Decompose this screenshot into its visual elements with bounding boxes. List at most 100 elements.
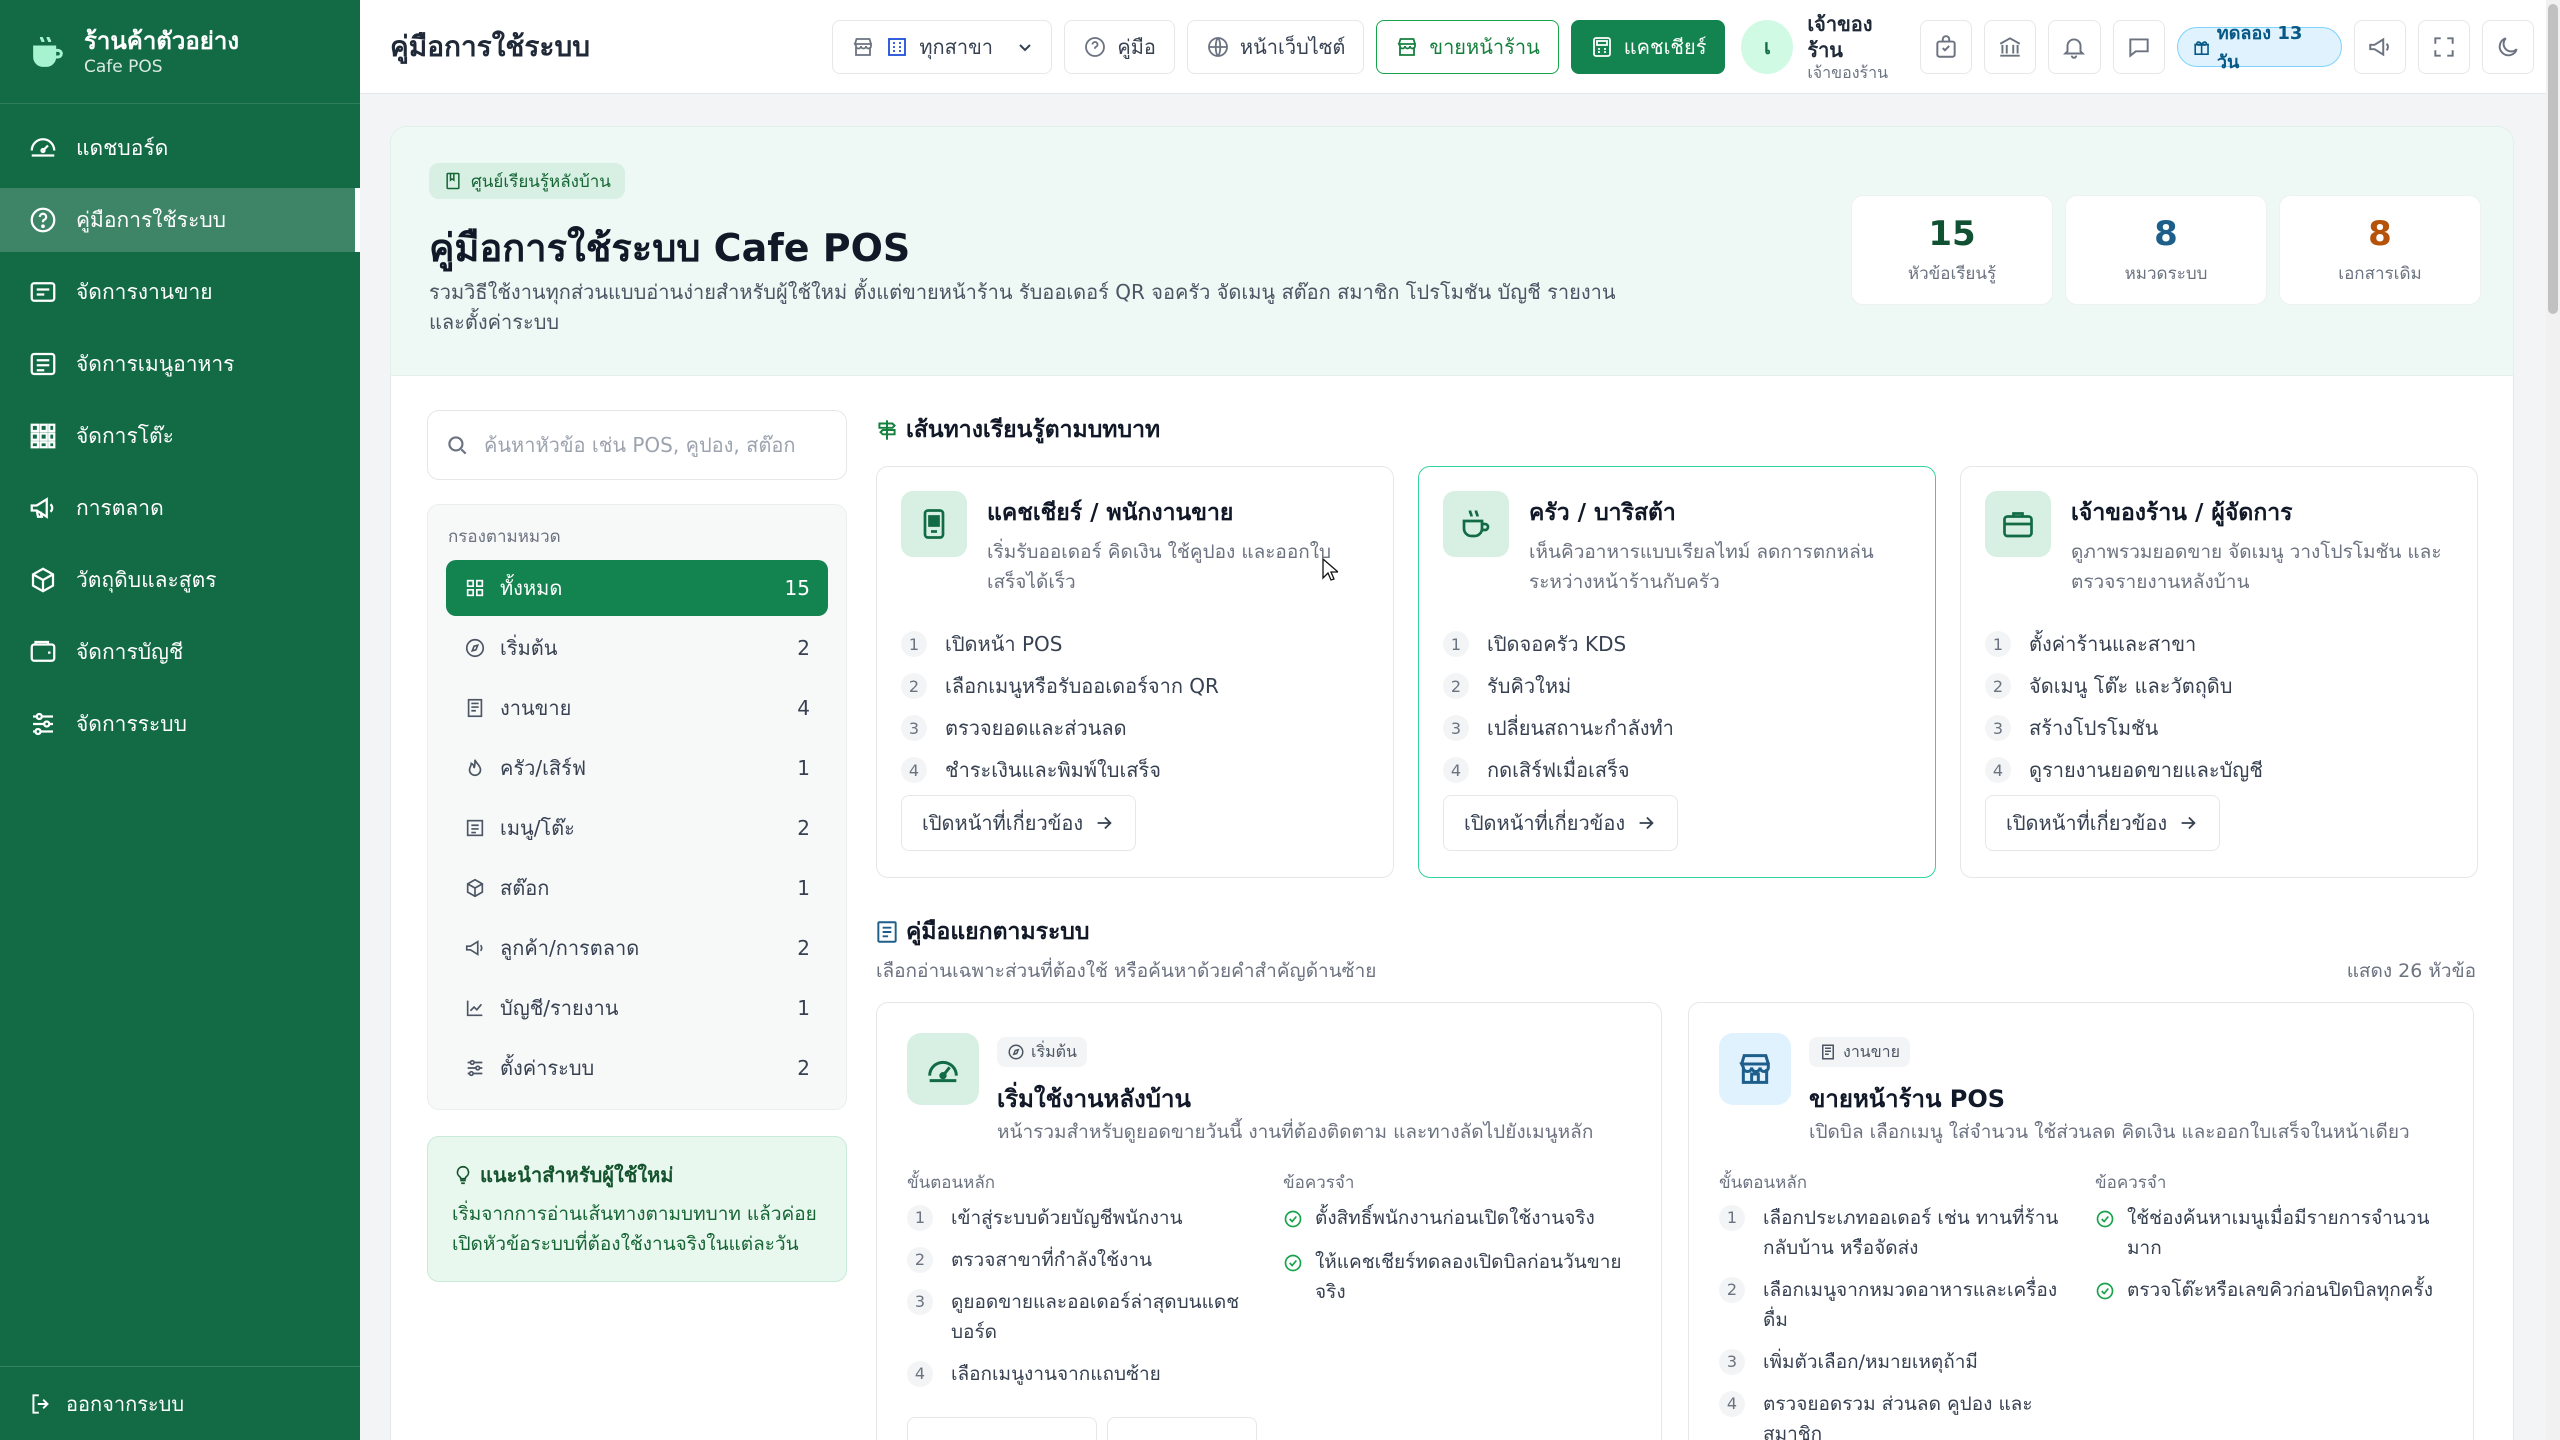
compass-icon — [1008, 1044, 1024, 1060]
sidebar-item-guide[interactable]: คู่มือการใช้ระบบ — [0, 188, 360, 252]
sidebar-item-accounting[interactable]: จัดการบัญชี — [0, 620, 360, 684]
step-text: ตรวจยอดรวม ส่วนลด คูปอง และสมาชิก — [1763, 1393, 2033, 1440]
brand: ร้านค้าตัวอย่าง Cafe POS — [0, 0, 360, 104]
open-related-page-button[interactable]: เปิดหน้าที่เกี่ยวข้อง — [901, 795, 1137, 851]
stat-label: เอกสารเดิม — [2338, 264, 2422, 284]
filter-count: 15 — [784, 576, 810, 600]
sidebar-item-tables[interactable]: จัดการโต๊ะ — [0, 404, 360, 468]
filter-accounting[interactable]: บัญชี/รายงาน 1 — [446, 980, 828, 1036]
filter-kitchen[interactable]: ครัว/เสิร์ฟ 1 — [446, 740, 828, 796]
website-button[interactable]: หน้าเว็บไซต์ — [1186, 19, 1365, 74]
note-text: ใช้ช่องค้นหาเมนูเมื่อมีรายการจำนวนมาก — [2127, 1207, 2430, 1259]
module-action-button[interactable] — [1107, 1417, 1257, 1440]
button-label: เปิดหน้าที่เกี่ยวข้อง — [922, 811, 1084, 835]
role-card-cashier[interactable]: แคชเชียร์ / พนักงานขาย เริ่มรับออเดอร์ ค… — [876, 466, 1394, 878]
step-number: 1 — [901, 631, 927, 657]
tip-body: เริ่มจากการอ่านเส้นทางตามบทบาท แล้วค่อยเ… — [452, 1203, 817, 1255]
sidebar-item-menu[interactable]: จัดการเมนูอาหาร — [0, 332, 360, 396]
scrollbar-thumb[interactable] — [2548, 4, 2558, 314]
module-description: เปิดบิล เลือกเมนู ใส่จำนวน ใช้ส่วนลด คิด… — [1809, 1121, 2410, 1143]
module-step: 4 เลือกเมนูงานจากแถบซ้าย — [907, 1359, 1247, 1389]
logout-button[interactable]: ออกจากระบบ — [0, 1366, 360, 1440]
modules-section-subtitle: เลือกอ่านเฉพาะส่วนที่ต้องใช้ หรือค้นหาด้… — [876, 960, 1377, 982]
step-text: กดเสิร์ฟเมื่อเสร็จ — [1487, 758, 1630, 782]
filter-settings[interactable]: ตั้งค่าระบบ 2 — [446, 1040, 828, 1096]
open-related-page-button[interactable]: เปิดหน้าที่เกี่ยวข้อง — [1985, 795, 2221, 851]
sidebar-item-sales[interactable]: จัดการงานขาย — [0, 260, 360, 324]
sidebar-item-marketing[interactable]: การตลาด — [0, 476, 360, 540]
cashier-button[interactable]: แคชเชียร์ — [1570, 19, 1726, 74]
note-text: ตรวจโต๊ะหรือเลขคิวก่อนปิดบิลทุกครั้ง — [2127, 1279, 2433, 1301]
sidebar-item-dashboard[interactable]: แดชบอร์ด — [0, 116, 360, 180]
messages-button[interactable] — [2112, 19, 2165, 74]
filter-all[interactable]: ทั้งหมด 15 — [446, 560, 828, 616]
role-card-owner[interactable]: เจ้าของร้าน / ผู้จัดการ ดูภาพรวมยอดขาย จ… — [1960, 466, 2478, 878]
cashier-label: แคชเชียร์ — [1623, 34, 1707, 59]
filter-label: สต๊อก — [500, 876, 550, 900]
role-icon-box — [1443, 491, 1509, 557]
receipt-icon — [1822, 1044, 1834, 1060]
filter-marketing[interactable]: ลูกค้า/การตลาด 2 — [446, 920, 828, 976]
module-card-pos[interactable]: งานขาย ขายหน้าร้าน POS เปิดบิล เลือกเมนู… — [1688, 1002, 2474, 1440]
filter-label: งานขาย — [500, 696, 572, 720]
check-circle-icon — [2096, 1282, 2114, 1300]
sliders-icon — [33, 712, 53, 736]
filter-count: 1 — [797, 996, 810, 1020]
sidebar-item-system[interactable]: จัดการระบบ — [0, 692, 360, 756]
guide-button[interactable]: คู่มือ — [1064, 19, 1175, 74]
module-card-getting-started[interactable]: เริ่มต้น เริ่มใช้งานหลังบ้าน หน้ารวมสำหร… — [876, 1002, 1662, 1440]
bank-button[interactable] — [1984, 19, 2037, 74]
role-head: ครัว / บาริสต้า เห็นคิวอาหารแบบเรียลไทม์… — [1443, 491, 1911, 597]
storefront-label: ขายหน้าร้าน — [1429, 34, 1540, 59]
open-related-page-button[interactable]: เปิดหน้าที่เกี่ยวข้อง — [1443, 795, 1679, 851]
branch-select[interactable]: ทุกสาขา — [832, 19, 1053, 74]
topic-search[interactable] — [427, 410, 847, 480]
step-number: 3 — [1443, 715, 1469, 741]
module-action-button[interactable] — [907, 1417, 1097, 1440]
theme-toggle-button[interactable] — [2481, 19, 2535, 74]
branch-select-value: ทุกสาขา — [919, 34, 993, 59]
modules-section-title-text: คู่มือแยกตามระบบ — [906, 919, 1090, 945]
stat-number: 8 — [2154, 214, 2178, 254]
announcements-button[interactable] — [2353, 19, 2406, 74]
role-title: ครัว / บาริสต้า — [1529, 500, 1676, 526]
user-menu[interactable]: เ เจ้าของร้าน เจ้าของร้าน — [1741, 11, 1904, 83]
step-number: 4 — [1443, 757, 1469, 783]
button-label: เปิดหน้าที่เกี่ยวข้อง — [1464, 811, 1626, 835]
note-text: ตั้งสิทธิ์พนักงานก่อนเปิดใช้งานจริง — [1315, 1207, 1595, 1229]
trial-label: ทดลอง 13 วัน — [2216, 22, 2303, 73]
sidebar-item-ingredients[interactable]: วัตถุดิบและสูตร — [0, 548, 360, 612]
filter-count: 4 — [797, 696, 810, 720]
trial-badge[interactable]: ทดลอง 13 วัน — [2176, 23, 2342, 73]
step-text: เปลี่ยนสถานะกำลังทำ — [1487, 716, 1674, 740]
page-scrollbar[interactable] — [2546, 0, 2560, 1440]
user-name: เจ้าของร้าน — [1807, 11, 1873, 62]
step-number: 2 — [1443, 673, 1469, 699]
orders-button[interactable] — [1920, 19, 1973, 74]
receipt-icon — [467, 698, 483, 718]
arrow-right-icon — [2181, 816, 2196, 830]
filter-getting-started[interactable]: เริ่มต้น 2 — [446, 620, 828, 676]
notifications-button[interactable] — [2048, 19, 2101, 74]
step-number: 1 — [1985, 631, 2011, 657]
brand-name: ร้านค้าตัวอย่าง — [84, 26, 240, 55]
button-label: เปิดหน้าที่เกี่ยวข้อง — [2006, 811, 2168, 835]
chat-icon — [2128, 37, 2149, 58]
step-text: เปิดจอครัว KDS — [1487, 632, 1627, 656]
hero-description: รวมวิธีใช้งานทุกส่วนแบบอ่านง่ายสำหรับผู้… — [429, 280, 1616, 334]
filter-sales[interactable]: งานขาย 4 — [446, 680, 828, 736]
fullscreen-button[interactable] — [2417, 19, 2470, 74]
sidebar-item-label: จัดการระบบ — [76, 711, 187, 736]
search-input[interactable] — [484, 433, 834, 457]
filter-label: เริ่มต้น — [500, 636, 558, 660]
filter-stock[interactable]: สต๊อก 1 — [446, 860, 828, 916]
role-description: เห็นคิวอาหารแบบเรียลไทม์ ลดการตกหล่นระหว… — [1529, 541, 1874, 593]
filter-menu-tables[interactable]: เมนู/โต๊ะ 2 — [446, 800, 828, 856]
module-icon-box — [1719, 1033, 1791, 1105]
storefront-button[interactable]: ขายหน้าร้าน — [1376, 19, 1559, 74]
role-head: แคชเชียร์ / พนักงานขาย เริ่มรับออเดอร์ ค… — [901, 491, 1369, 597]
role-card-kitchen[interactable]: ครัว / บาริสต้า เห็นคิวอาหารแบบเรียลไทม์… — [1418, 466, 1936, 878]
tip-title-text: แนะนำสำหรับผู้ใช้ใหม่ — [480, 1163, 674, 1187]
megaphone-icon — [2369, 37, 2389, 56]
check-circle-icon — [1284, 1210, 1302, 1228]
